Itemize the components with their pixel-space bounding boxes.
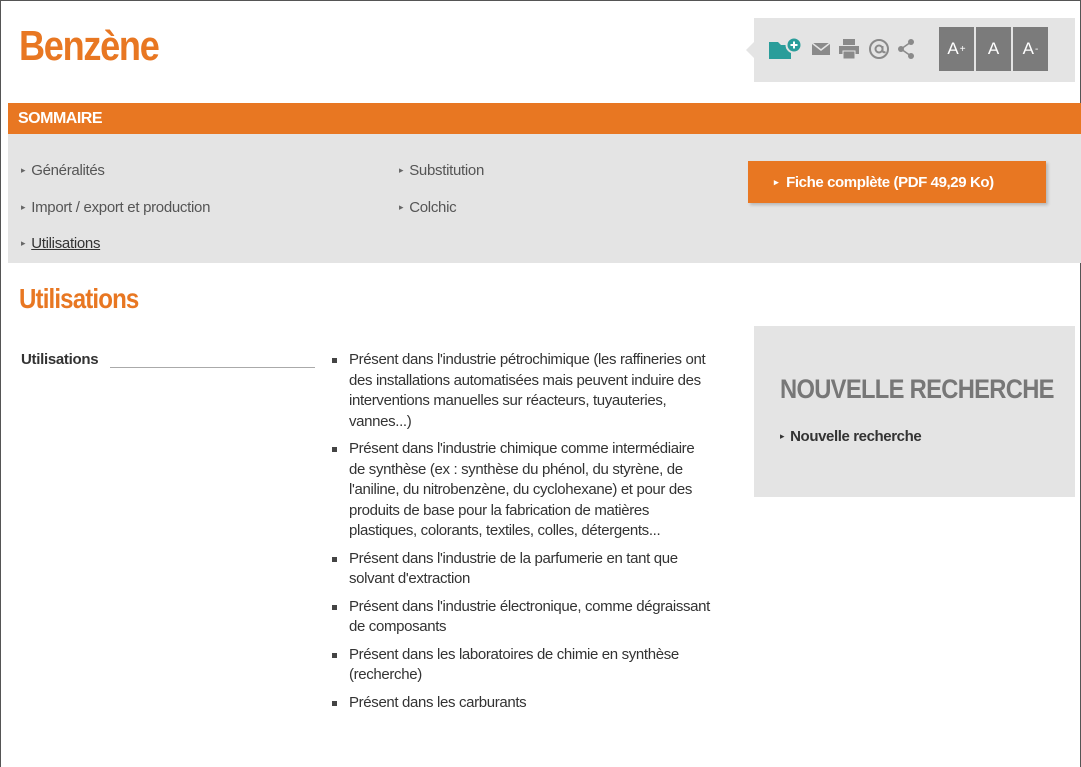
list-item: Présent dans l'industrie électronique, c… <box>330 597 710 638</box>
bullet-icon: ▸ <box>399 165 404 175</box>
usage-list: Présent dans l'industrie pétrochimique (… <box>330 350 710 720</box>
bullet-icon: ▸ <box>21 238 26 248</box>
new-search-panel: NOUVELLE RECHERCHE ▸ Nouvelle recherche <box>754 326 1075 497</box>
list-item: Présent dans les laboratoires de chimie … <box>330 645 710 686</box>
new-search-link-label: Nouvelle recherche <box>790 428 922 445</box>
field-label: Utilisations <box>21 351 99 368</box>
sommaire-link-substitution[interactable]: ▸ Substitution <box>399 162 484 179</box>
page-title: Benzène <box>19 22 160 69</box>
fiche-complete-button[interactable]: ▸ Fiche complète (PDF 49,29 Ko) <box>748 161 1046 203</box>
sommaire-bar: SOMMAIRE <box>8 103 1081 143</box>
bullet-icon: ▸ <box>780 431 785 441</box>
sommaire-link-utilisations[interactable]: ▸ Utilisations <box>21 235 100 252</box>
list-item-text: Présent dans l'industrie électronique, c… <box>349 597 710 636</box>
share-icon[interactable] <box>894 35 918 63</box>
bullet-square-icon <box>332 700 337 706</box>
sommaire-link-generalites[interactable]: ▸ Généralités <box>21 162 105 179</box>
sommaire-link-import-export[interactable]: ▸ Import / export et production <box>21 199 210 216</box>
fiche-complete-label: Fiche complète (PDF 49,29 Ko) <box>786 173 994 191</box>
tools-toolbar: A + A A- <box>746 18 1075 82</box>
bullet-square-icon <box>332 556 337 562</box>
toolbar-notch <box>746 42 754 58</box>
sommaire-link-label: Généralités <box>31 162 105 179</box>
section-title: Utilisations <box>19 283 139 314</box>
sommaire-link-label: Import / export et production <box>31 199 211 216</box>
bullet-icon: ▸ <box>774 176 779 187</box>
sommaire-link-label: Utilisations <box>31 235 101 252</box>
bullet-icon: ▸ <box>399 202 404 212</box>
bullet-square-icon <box>332 447 337 452</box>
font-reset-label: A <box>987 39 1000 58</box>
at-icon[interactable] <box>867 35 891 63</box>
font-increase-button[interactable]: A + <box>939 27 974 71</box>
sommaire-label: SOMMAIRE <box>18 110 103 127</box>
bullet-square-icon <box>332 358 337 363</box>
bullet-square-icon <box>332 604 337 610</box>
bullet-icon: ▸ <box>21 202 26 212</box>
list-item: Présent dans l'industrie chimique comme … <box>330 439 710 542</box>
new-search-title: NOUVELLE RECHERCHE <box>780 374 1055 404</box>
sommaire-link-label: Colchic <box>409 199 457 216</box>
print-icon[interactable] <box>836 35 862 63</box>
list-item: Présent dans les carburants <box>330 693 710 714</box>
list-item-text: Présent dans l'industrie pétrochimique (… <box>349 351 706 430</box>
font-decrease-button[interactable]: A- <box>1013 27 1048 71</box>
font-decrease-sign: - <box>1035 43 1039 55</box>
list-item-text: Présent dans l'industrie chimique comme … <box>349 440 695 539</box>
font-decrease-label: A <box>1022 39 1034 58</box>
sommaire-link-label: Substitution <box>409 162 485 179</box>
list-item-text: Présent dans l'industrie de la parfumeri… <box>349 549 678 588</box>
new-search-link[interactable]: ▸ Nouvelle recherche <box>780 428 922 445</box>
field-divider <box>110 367 315 368</box>
sommaire-link-colchic[interactable]: ▸ Colchic <box>399 199 457 216</box>
bullet-square-icon <box>332 652 337 658</box>
folder-add-icon[interactable] <box>766 35 804 63</box>
list-item-text: Présent dans les laboratoires de chimie … <box>349 645 679 684</box>
list-item-text: Présent dans les carburants <box>349 693 527 711</box>
bullet-icon: ▸ <box>21 165 26 175</box>
list-item: Présent dans l'industrie de la parfumeri… <box>330 549 710 590</box>
font-increase-sign: + <box>959 43 966 55</box>
mail-icon[interactable] <box>810 35 832 63</box>
font-increase-label: A <box>947 39 959 58</box>
font-reset-button[interactable]: A <box>976 27 1011 71</box>
list-item: Présent dans l'industrie pétrochimique (… <box>330 350 710 432</box>
